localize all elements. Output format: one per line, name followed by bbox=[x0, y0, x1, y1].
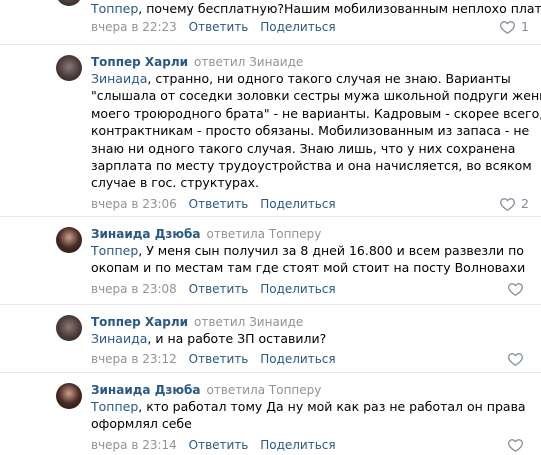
comment-date[interactable]: вчера в 23:14 bbox=[91, 438, 177, 452]
author-link[interactable]: Топпер Харли bbox=[91, 55, 188, 69]
reply-button[interactable]: Ответить bbox=[189, 197, 249, 211]
comment-date[interactable]: вчера в 22:23 bbox=[91, 20, 177, 34]
avatar[interactable] bbox=[56, 0, 82, 6]
comment-meta: вчера в 23:12 Ответить Поделиться bbox=[91, 349, 531, 369]
comment-header: Зинаида Дзюба ответила Топперу bbox=[91, 381, 531, 398]
comment-meta: вчера в 23:08 Ответить Поделиться bbox=[91, 279, 531, 299]
mention-link[interactable]: Зинаида bbox=[91, 71, 147, 86]
comment-meta: вчера в 23:06 Ответить Поделиться 2 bbox=[91, 194, 531, 214]
reply-target[interactable]: ответила Топперу bbox=[206, 227, 321, 241]
reply-button[interactable]: Ответить bbox=[189, 438, 249, 452]
comment-date[interactable]: вчера в 23:06 bbox=[91, 197, 177, 211]
heart-icon bbox=[508, 282, 523, 296]
like-button[interactable] bbox=[508, 279, 529, 299]
like-button[interactable] bbox=[508, 349, 529, 369]
comment-text: Топпер, кто работал тому Да ну мой как р… bbox=[91, 399, 526, 432]
reply-target[interactable]: ответил Зинаиде bbox=[194, 55, 303, 69]
share-button[interactable]: Поделиться bbox=[260, 282, 335, 296]
comment-date[interactable]: вчера в 23:12 bbox=[91, 352, 177, 366]
comment-thread: Топпер, почему бесплатную?Нашим мобилизо… bbox=[0, 0, 541, 452]
share-button[interactable]: Поделиться bbox=[260, 352, 335, 366]
heart-icon bbox=[500, 197, 515, 211]
reply-target[interactable]: ответила Топперу bbox=[206, 383, 321, 397]
comment-header: Зинаида Дзюба ответила Топперу bbox=[91, 225, 531, 242]
avatar[interactable] bbox=[56, 383, 82, 409]
comment-date[interactable]: вчера в 23:08 bbox=[91, 282, 177, 296]
heart-icon bbox=[508, 438, 523, 452]
reply-button[interactable]: Ответить bbox=[189, 282, 249, 296]
comment-meta: вчера в 22:23 Ответить Поделиться 1 bbox=[91, 17, 531, 37]
like-count: 2 bbox=[521, 195, 529, 211]
avatar[interactable] bbox=[56, 55, 82, 81]
heart-icon bbox=[500, 21, 515, 35]
like-button[interactable]: 2 bbox=[500, 194, 529, 214]
avatar[interactable] bbox=[56, 227, 82, 253]
like-count: 1 bbox=[521, 19, 529, 35]
author-link[interactable]: Топпер Харли bbox=[91, 315, 188, 329]
comment: Топпер Харли ответил Зинаиде Зинаида, и … bbox=[0, 304, 541, 373]
comment-text: Зинаида, и на работе ЗП оставили? bbox=[91, 331, 327, 346]
author-link[interactable]: Зинаида Дзюба bbox=[91, 383, 201, 397]
mention-link[interactable]: Топпер bbox=[91, 1, 138, 16]
mention-link[interactable]: Зинаида bbox=[91, 331, 147, 346]
mention-link[interactable]: Топпер bbox=[91, 399, 138, 414]
author-link[interactable]: Зинаида Дзюба bbox=[91, 227, 201, 241]
comment: Топпер, почему бесплатную?Нашим мобилизо… bbox=[0, 0, 541, 42]
share-button[interactable]: Поделиться bbox=[260, 438, 335, 452]
mention-link[interactable]: Топпер bbox=[91, 243, 138, 258]
like-button[interactable]: 1 bbox=[500, 17, 529, 37]
comment-text: Топпер, У меня сын получил за 8 дней 16.… bbox=[91, 243, 526, 276]
comment-header: Топпер Харли ответил Зинаиде bbox=[91, 53, 531, 70]
comment: Зинаида Дзюба ответила Топперу Топпер, к… bbox=[0, 372, 541, 453]
comment-header: Топпер Харли ответил Зинаиде bbox=[91, 313, 531, 330]
share-button[interactable]: Поделиться bbox=[260, 197, 335, 211]
heart-icon bbox=[508, 353, 523, 367]
avatar[interactable] bbox=[56, 315, 82, 341]
comment: Зинаида Дзюба ответила Топперу Топпер, У… bbox=[0, 216, 541, 305]
comment-text: Зинаида, странно, ни одного такого случа… bbox=[91, 71, 541, 191]
reply-target[interactable]: ответил Зинаиде bbox=[194, 315, 303, 329]
comment: Топпер Харли ответил Зинаиде Зинаида, ст… bbox=[0, 44, 541, 217]
share-button[interactable]: Поделиться bbox=[260, 20, 335, 34]
reply-button[interactable]: Ответить bbox=[189, 352, 249, 366]
reply-button[interactable]: Ответить bbox=[189, 20, 249, 34]
comment-text: Топпер, почему бесплатную?Нашим мобилизо… bbox=[91, 1, 541, 16]
